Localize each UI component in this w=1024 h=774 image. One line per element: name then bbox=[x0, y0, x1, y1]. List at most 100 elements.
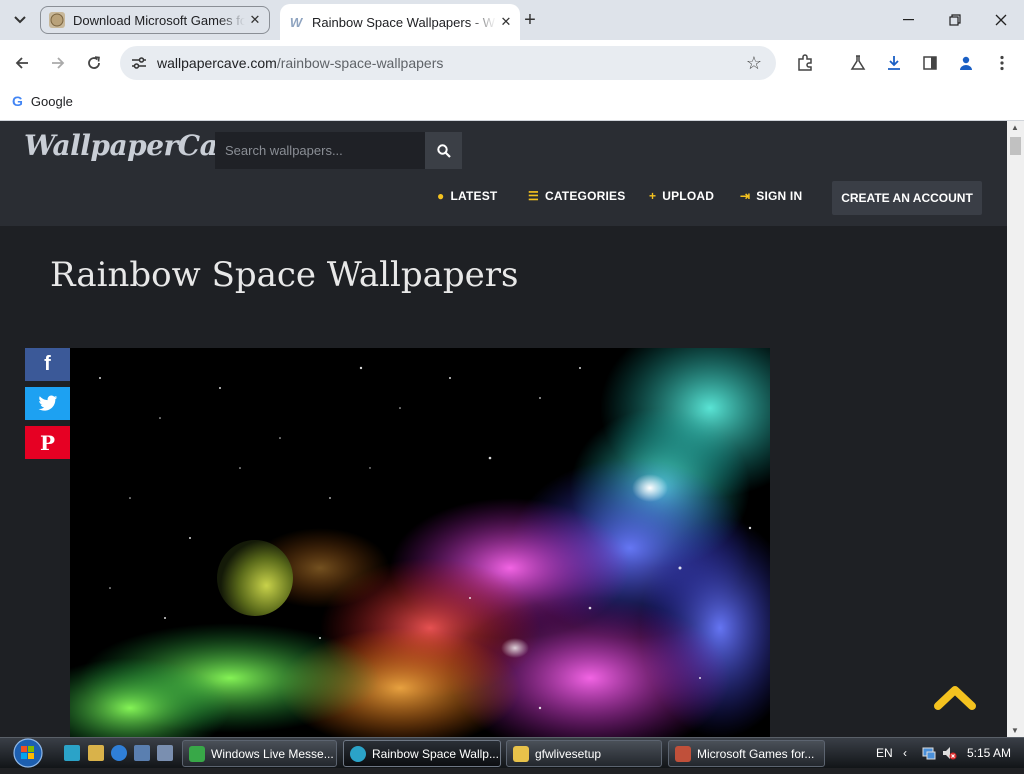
nav-label: CATEGORIES bbox=[544, 189, 626, 203]
messenger-icon bbox=[189, 745, 205, 762]
reload-icon bbox=[88, 56, 100, 69]
bookmark-star-icon[interactable]: ☆ bbox=[744, 53, 764, 73]
close-window-button[interactable] bbox=[978, 0, 1024, 40]
restore-button[interactable] bbox=[932, 0, 978, 40]
volume-muted-icon[interactable] bbox=[941, 745, 957, 764]
network-icon[interactable] bbox=[921, 745, 937, 764]
search-icon bbox=[436, 143, 451, 158]
plus-icon: + bbox=[649, 189, 657, 203]
taskbar-item-messenger[interactable]: Windows Live Messe... bbox=[182, 740, 337, 767]
tab-strip: Download Microsoft Games fo ✕ W Rainbow … bbox=[0, 0, 1024, 40]
nav-label: UPLOAD bbox=[662, 189, 715, 203]
arrow-left-icon bbox=[15, 57, 28, 69]
clock[interactable]: 5:15 AM bbox=[967, 746, 1011, 760]
url-text: wallpapercave.com/rainbow-space-wallpape… bbox=[157, 55, 443, 71]
nav-label: LATEST bbox=[450, 189, 498, 203]
bookmarks-bar: G Google bbox=[0, 86, 1024, 121]
url-domain: wallpapercave.com bbox=[157, 55, 277, 71]
sign-in-icon: ⇥ bbox=[740, 189, 751, 203]
folder-icon bbox=[513, 745, 529, 762]
nav-label: SIGN IN bbox=[756, 189, 803, 203]
clock-icon: ● bbox=[437, 189, 445, 203]
chevron-up-icon bbox=[934, 686, 976, 710]
bookmark-label: Google bbox=[30, 93, 73, 109]
site-settings-icon[interactable] bbox=[130, 54, 148, 72]
share-facebook-button[interactable]: f bbox=[25, 348, 70, 381]
nav-latest[interactable]: ● LATEST bbox=[437, 189, 497, 203]
reload-button[interactable] bbox=[81, 50, 107, 76]
search-input[interactable]: Search wallpapers... bbox=[215, 132, 425, 169]
nav-categories[interactable]: ☰ CATEGORIES bbox=[528, 189, 625, 203]
twitter-icon bbox=[38, 395, 57, 411]
tab-title: Download Microsoft Games fo bbox=[73, 12, 245, 28]
browser-chrome: Download Microsoft Games fo ✕ W Rainbow … bbox=[0, 0, 1024, 121]
task-label: Windows Live Messe... bbox=[211, 746, 334, 761]
create-account-button[interactable]: CREATE AN ACCOUNT bbox=[832, 181, 982, 215]
tray-expand-icon[interactable]: ‹ bbox=[903, 746, 907, 760]
search-button[interactable] bbox=[425, 132, 462, 169]
quicklaunch-messenger-icon[interactable] bbox=[64, 745, 80, 761]
address-bar[interactable]: wallpapercave.com/rainbow-space-wallpape… bbox=[120, 46, 776, 80]
restore-icon bbox=[949, 14, 961, 26]
plus-icon: + bbox=[524, 8, 536, 31]
back-to-top-button[interactable] bbox=[930, 676, 980, 716]
list-icon: ☰ bbox=[528, 189, 539, 203]
forward-button[interactable] bbox=[45, 50, 71, 76]
scroll-thumb[interactable] bbox=[1010, 137, 1021, 155]
tab-favicon-icon: W bbox=[289, 14, 303, 30]
arrow-right-icon bbox=[52, 57, 65, 69]
minimize-button[interactable] bbox=[886, 0, 932, 40]
labs-flask-icon[interactable] bbox=[847, 52, 869, 74]
menu-kebab-icon[interactable] bbox=[991, 52, 1013, 74]
page-title: Rainbow Space Wallpapers bbox=[50, 255, 519, 295]
tab-rainbow-space[interactable]: W Rainbow Space Wallpapers - W ✕ bbox=[280, 4, 520, 40]
taskbar-item-browser[interactable]: Rainbow Space Wallp... bbox=[343, 740, 501, 767]
close-icon bbox=[995, 14, 1007, 26]
tab-title: Rainbow Space Wallpapers - W bbox=[312, 14, 496, 30]
side-panel-icon[interactable] bbox=[919, 52, 941, 74]
tab-microsoft-games[interactable]: Download Microsoft Games fo ✕ bbox=[40, 6, 270, 34]
extensions-icon[interactable] bbox=[794, 52, 816, 74]
browser-toolbar: wallpapercave.com/rainbow-space-wallpape… bbox=[0, 40, 1024, 86]
tab-search-button[interactable] bbox=[8, 8, 32, 32]
chevron-down-icon bbox=[14, 16, 26, 24]
rainbow-space-image bbox=[70, 348, 770, 737]
pinterest-icon: P bbox=[39, 430, 56, 455]
quicklaunch-desktop-icon[interactable] bbox=[134, 745, 150, 761]
page-scrollbar[interactable]: ▲ ▼ bbox=[1007, 121, 1024, 737]
profile-icon[interactable] bbox=[955, 52, 977, 74]
back-button[interactable] bbox=[9, 50, 35, 76]
facebook-icon: f bbox=[44, 353, 51, 375]
share-twitter-button[interactable] bbox=[25, 387, 70, 420]
task-label: Microsoft Games for... bbox=[697, 746, 815, 761]
scroll-up-arrow-icon[interactable]: ▲ bbox=[1011, 123, 1019, 132]
wallpaper-image[interactable] bbox=[70, 348, 770, 737]
ie-icon bbox=[675, 745, 691, 762]
url-path: /rainbow-space-wallpapers bbox=[276, 55, 444, 71]
scroll-down-arrow-icon[interactable]: ▼ bbox=[1011, 726, 1019, 735]
quicklaunch-ie-icon[interactable] bbox=[111, 745, 127, 761]
google-icon: G bbox=[12, 93, 23, 109]
bookmark-google[interactable]: G Google bbox=[12, 93, 73, 109]
quicklaunch-folder-icon[interactable] bbox=[88, 745, 104, 761]
nav-sign-in[interactable]: ⇥ SIGN IN bbox=[740, 189, 802, 203]
close-tab-icon[interactable]: ✕ bbox=[496, 12, 516, 32]
nav-upload[interactable]: + UPLOAD bbox=[649, 189, 714, 203]
new-tab-button[interactable]: + bbox=[518, 8, 542, 32]
windows-orb-icon bbox=[13, 738, 43, 768]
task-label: Rainbow Space Wallp... bbox=[372, 746, 499, 761]
quicklaunch-switch-icon[interactable] bbox=[157, 745, 173, 761]
start-button[interactable] bbox=[10, 738, 46, 769]
site-header: WallpaperCave Search wallpapers... ● LAT… bbox=[0, 121, 1007, 226]
page-viewport: WallpaperCave Search wallpapers... ● LAT… bbox=[0, 121, 1007, 737]
taskbar-item-microsoft-games[interactable]: Microsoft Games for... bbox=[668, 740, 825, 767]
minimize-icon bbox=[903, 19, 914, 21]
taskbar-item-gfwlivesetup[interactable]: gfwlivesetup bbox=[506, 740, 662, 767]
download-icon[interactable] bbox=[883, 52, 905, 74]
language-indicator[interactable]: EN bbox=[876, 746, 893, 760]
share-pinterest-button[interactable]: P bbox=[25, 426, 70, 459]
browser-icon bbox=[350, 745, 366, 762]
task-label: gfwlivesetup bbox=[535, 746, 602, 761]
close-tab-icon[interactable]: ✕ bbox=[245, 10, 265, 30]
tab-favicon-icon bbox=[49, 12, 65, 28]
